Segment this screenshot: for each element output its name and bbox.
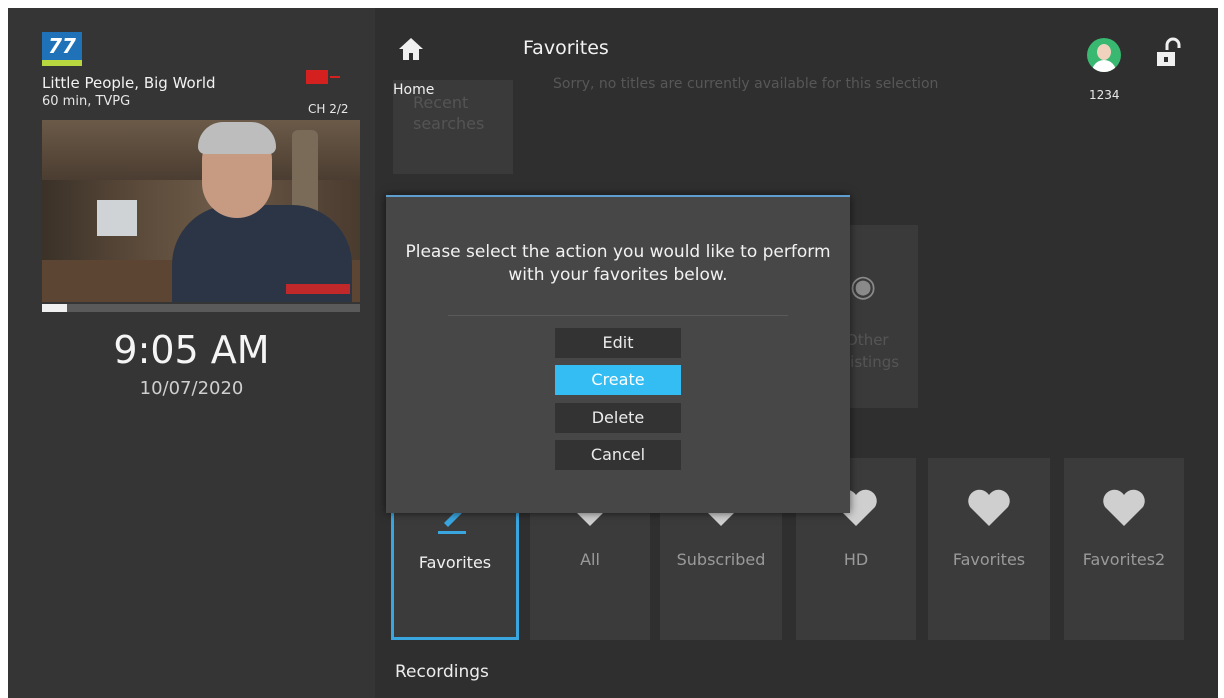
heart-icon xyxy=(968,489,1010,526)
empty-message: Sorry, no titles are currently available… xyxy=(553,76,939,92)
record-indicator-icon xyxy=(306,70,340,84)
tile-label: HD xyxy=(843,550,869,569)
channel-logo: 77 xyxy=(42,32,82,66)
other-listings-tile[interactable]: ◉ Other listings xyxy=(842,225,918,408)
top-bar: Sorry, no titles are currently available… xyxy=(375,8,1218,108)
edit-button[interactable]: Edit xyxy=(555,328,681,358)
favorites-tile-favorites[interactable]: Favorites xyxy=(928,458,1050,640)
program-meta: 60 min, TVPG xyxy=(42,94,131,109)
dialog-divider xyxy=(448,315,788,316)
home-icon[interactable] xyxy=(397,36,425,62)
recordings-section-title: Recordings xyxy=(395,662,489,682)
tile-label: Favorites2 xyxy=(1082,550,1166,569)
now-playing-panel: 77 Little People, Big World 60 min, TVPG… xyxy=(8,8,375,698)
clock-date: 10/07/2020 xyxy=(139,378,244,399)
eye-icon: ◉ xyxy=(850,269,877,304)
program-title: Little People, Big World xyxy=(42,74,216,92)
video-preview[interactable] xyxy=(42,120,360,302)
heart-icon xyxy=(1103,489,1145,526)
clock-time: 9:05 AM xyxy=(113,328,270,372)
tile-label: Subscribed xyxy=(676,550,766,569)
tile-label: All xyxy=(580,550,600,569)
channel-number: CH 2/2 xyxy=(308,102,349,116)
playback-progress-bar xyxy=(42,304,360,312)
page-title: Favorites xyxy=(523,37,609,59)
favorites-tile-favorites2[interactable]: Favorites2 xyxy=(1064,458,1184,640)
create-button[interactable]: Create xyxy=(555,365,681,395)
unlock-icon[interactable] xyxy=(1151,36,1187,72)
tile-label: Favorites xyxy=(952,550,1026,569)
favorites-action-dialog: Please select the action you would like … xyxy=(386,195,850,513)
cancel-button[interactable]: Cancel xyxy=(555,440,681,470)
delete-button[interactable]: Delete xyxy=(555,403,681,433)
dialog-message: Please select the action you would like … xyxy=(405,242,831,285)
home-label[interactable]: Home xyxy=(393,82,434,98)
user-id: 1234 xyxy=(1089,88,1120,102)
user-avatar[interactable] xyxy=(1087,38,1121,72)
tv-screen: 77 Little People, Big World 60 min, TVPG… xyxy=(8,8,1218,698)
tile-label: Favorites xyxy=(418,553,492,572)
